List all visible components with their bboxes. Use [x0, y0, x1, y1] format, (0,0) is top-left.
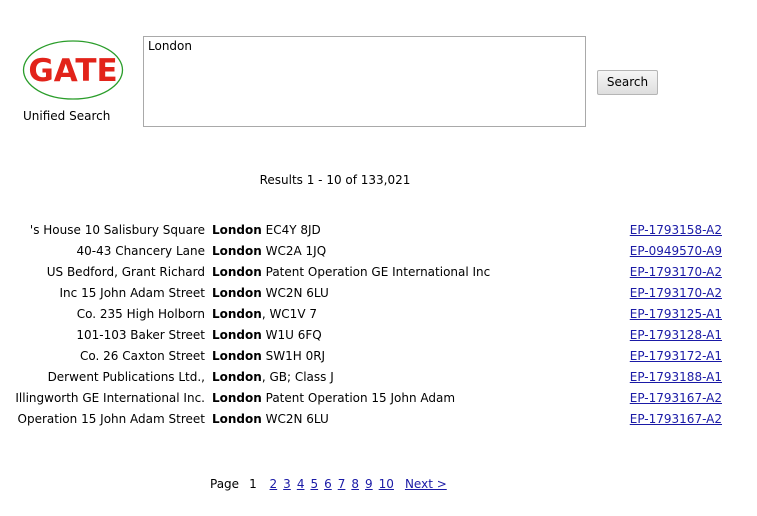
page-link[interactable]: 8: [351, 477, 359, 491]
document-link[interactable]: EP-1793170-A2: [630, 263, 722, 282]
match-context: London WC2N 6LU: [212, 410, 329, 429]
page-label: Page: [210, 477, 240, 491]
results-summary: Results 1 - 10 of 133,021: [259, 173, 411, 187]
document-link[interactable]: EP-1793172-A1: [630, 347, 722, 366]
match-keyword: London: [212, 286, 262, 300]
left-context: 101-103 Baker Street: [76, 328, 205, 342]
gate-logo-graphic: GATE: [22, 40, 124, 100]
page-link[interactable]: 6: [324, 477, 332, 491]
right-context: , GB; Class J: [261, 370, 334, 384]
match-keyword: London: [212, 349, 262, 363]
result-row: Inc 15 John Adam Street London WC2N 6LU EP…: [0, 284, 757, 305]
match-context: London WC2N 6LU: [212, 284, 329, 303]
result-row: Operation 15 John Adam Street London WC2N…: [0, 410, 757, 431]
match-context: London SW1H 0RJ: [212, 347, 325, 366]
page-link[interactable]: 4: [297, 477, 305, 491]
right-context: W1U 6FQ: [261, 328, 322, 342]
match-context: London WC2A 1JQ: [212, 242, 326, 261]
page-link[interactable]: 2: [270, 477, 278, 491]
pagination: Page 1 2 3 4 5 6 7 8 9 10 Next >: [210, 477, 453, 492]
document-link[interactable]: EP-0949570-A9: [630, 242, 722, 261]
match-context: London EC4Y 8JD: [212, 221, 321, 240]
result-row: US Bedford, Grant Richard London Patent O…: [0, 263, 757, 284]
logo-area: GATE: [22, 40, 126, 100]
next-page-link[interactable]: Next >: [405, 477, 447, 491]
document-link[interactable]: EP-1793167-A2: [630, 410, 722, 429]
match-keyword: London: [212, 223, 262, 237]
left-context: 40-43 Chancery Lane: [76, 244, 205, 258]
match-context: London Patent Operation 15 John Adam: [212, 389, 455, 408]
right-context: SW1H 0RJ: [261, 349, 326, 363]
right-context: , WC1V 7: [261, 307, 317, 321]
match-context: London, GB; Class J: [212, 368, 334, 387]
left-context: Illingworth GE International Inc.: [15, 391, 205, 405]
left-context: Co. 26 Caxton Street: [80, 349, 205, 363]
results-list: 's House 10 Salisbury Square London EC4Y …: [0, 221, 757, 431]
current-page: 1: [249, 477, 257, 491]
document-link[interactable]: EP-1793128-A1: [630, 326, 722, 345]
page-link[interactable]: 10: [379, 477, 394, 491]
left-context: 's House 10 Salisbury Square: [29, 223, 205, 237]
right-context: Patent Operation GE International Inc: [261, 265, 491, 279]
match-keyword: London: [212, 391, 262, 405]
result-row: Co. 26 Caxton Street London SW1H 0RJ EP-17…: [0, 347, 757, 368]
match-keyword: London: [212, 265, 262, 279]
match-keyword: London: [212, 328, 262, 342]
document-link[interactable]: EP-1793125-A1: [630, 305, 722, 324]
search-page: GATE Unified Search London Search Result…: [0, 0, 757, 516]
left-context: Co. 235 High Holborn: [76, 307, 205, 321]
left-context: Inc 15 John Adam Street: [59, 286, 205, 300]
logo-caption: Unified Search: [23, 109, 111, 123]
right-context: WC2N 6LU: [261, 412, 329, 426]
result-row: 's House 10 Salisbury Square London EC4Y …: [0, 221, 757, 242]
document-link[interactable]: EP-1793158-A2: [630, 221, 722, 240]
result-row: Derwent Publications Ltd., London, GB; Cl…: [0, 368, 757, 389]
gate-logo[interactable]: GATE: [22, 40, 124, 100]
match-keyword: London: [212, 244, 262, 258]
document-link[interactable]: EP-1793170-A2: [630, 284, 722, 303]
right-context: WC2A 1JQ: [261, 244, 327, 258]
right-context: EC4Y 8JD: [261, 223, 321, 237]
match-keyword: London: [212, 307, 262, 321]
match-context: London, WC1V 7: [212, 305, 317, 324]
left-context: US Bedford, Grant Richard: [46, 265, 205, 279]
logo-text: GATE: [28, 53, 117, 89]
match-keyword: London: [212, 412, 262, 426]
document-link[interactable]: EP-1793188-A1: [630, 368, 722, 387]
result-row: 40-43 Chancery Lane London WC2A 1JQ EP-094…: [0, 242, 757, 263]
left-context: Derwent Publications Ltd.,: [47, 370, 205, 384]
page-link[interactable]: 3: [283, 477, 291, 491]
page-link[interactable]: 9: [365, 477, 373, 491]
right-context: WC2N 6LU: [261, 286, 329, 300]
match-context: London W1U 6FQ: [212, 326, 322, 345]
page-link[interactable]: 5: [310, 477, 318, 491]
match-keyword: London: [212, 370, 262, 384]
right-context: Patent Operation 15 John Adam: [261, 391, 456, 405]
page-link[interactable]: 7: [338, 477, 346, 491]
search-button[interactable]: Search: [597, 70, 658, 95]
document-link[interactable]: EP-1793167-A2: [630, 389, 722, 408]
search-query-input[interactable]: London: [143, 36, 586, 127]
result-row: Co. 235 High Holborn London, WC1V 7 EP-179…: [0, 305, 757, 326]
left-context: Operation 15 John Adam Street: [17, 412, 205, 426]
result-row: Illingworth GE International Inc. London …: [0, 389, 757, 410]
match-context: London Patent Operation GE International…: [212, 263, 490, 282]
result-row: 101-103 Baker Street London W1U 6FQ EP-179…: [0, 326, 757, 347]
